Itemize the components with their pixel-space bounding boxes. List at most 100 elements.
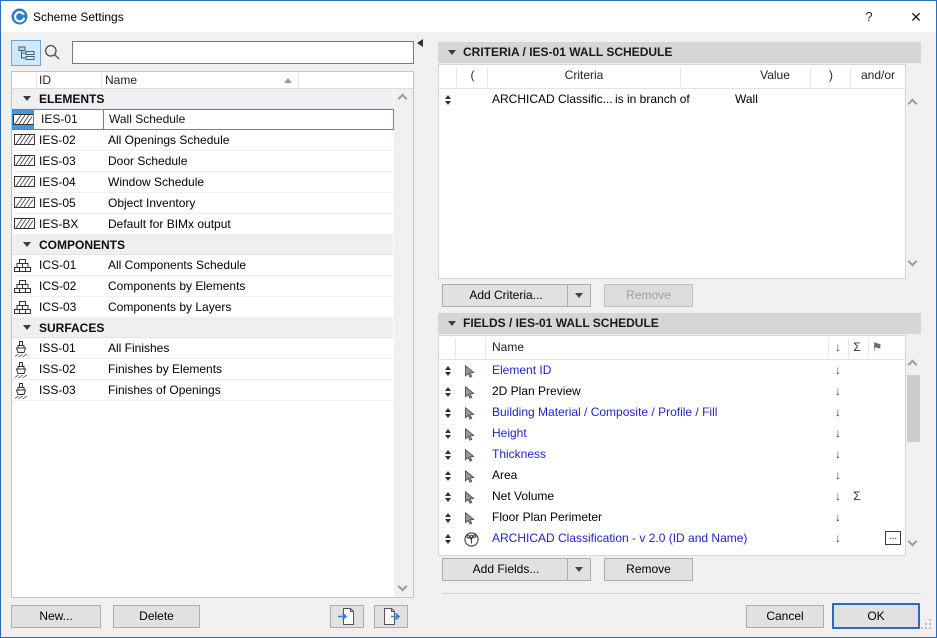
more-options-button[interactable]: ... [885, 531, 901, 545]
group-header-surfaces[interactable]: SURFACES [12, 318, 393, 338]
tree-view-toggle-button[interactable] [11, 40, 41, 66]
field-row[interactable]: Building Material / Composite / Profile … [439, 402, 905, 423]
scheme-row[interactable]: IES-05 Object Inventory [12, 193, 393, 214]
field-name[interactable]: ARCHICAD Classification - v 2.0 (ID and … [492, 528, 747, 549]
column-header-id[interactable]: ID [39, 73, 51, 87]
scheme-row[interactable]: IES-BX Default for BIMx output [12, 214, 393, 235]
sort-arrow-icon[interactable]: ↓ [831, 444, 845, 465]
sort-arrow-icon[interactable]: ↓ [831, 465, 845, 486]
scheme-row[interactable]: ICS-02 Components by Elements [12, 276, 393, 297]
scheme-row[interactable]: IES-01 Wall Schedule [12, 109, 394, 130]
collapse-icon [448, 50, 456, 55]
export-icon [381, 608, 401, 628]
add-criteria-dropdown[interactable] [567, 285, 590, 306]
add-criteria-button[interactable]: Add Criteria... [442, 284, 591, 307]
scheme-row[interactable]: ISS-03 Finishes of Openings [12, 380, 393, 401]
title-bar[interactable]: Scheme Settings ? ✕ [1, 1, 936, 32]
scheme-name: Object Inventory [108, 196, 196, 210]
scheme-row[interactable]: ICS-01 All Components Schedule [12, 255, 393, 276]
add-criteria-label[interactable]: Add Criteria... [443, 285, 569, 306]
scroll-down-icon[interactable] [397, 581, 408, 592]
group-header-components[interactable]: COMPONENTS [12, 235, 393, 255]
field-row[interactable]: ARCHICAD Classification - v 2.0 (ID and … [439, 528, 905, 549]
add-fields-label[interactable]: Add Fields... [443, 559, 569, 580]
panel-collapse-icon[interactable] [417, 39, 423, 47]
scheme-row[interactable]: ISS-01 All Finishes [12, 338, 393, 359]
delete-button[interactable]: Delete [113, 605, 200, 628]
search-input[interactable] [72, 41, 414, 64]
field-name[interactable]: Height [492, 423, 527, 444]
help-button[interactable]: ? [857, 6, 881, 28]
close-button[interactable]: ✕ [904, 6, 928, 28]
column-header-name[interactable]: Name [492, 340, 524, 354]
column-header-value[interactable]: Value [739, 68, 811, 82]
scheme-list-scrollbar[interactable] [394, 89, 413, 597]
column-header-paren-close[interactable]: ) [811, 68, 851, 82]
field-name[interactable]: Net Volume [492, 486, 554, 507]
sum-column-icon[interactable]: Σ [850, 340, 864, 354]
criteria-operator[interactable]: is in branch of [615, 89, 690, 110]
scheme-name: Finishes by Elements [108, 362, 223, 376]
import-scheme-button[interactable] [330, 605, 364, 628]
sort-arrow-icon[interactable]: ↓ [831, 423, 845, 444]
criteria-row[interactable]: ARCHICAD Classific... is in branch of Wall [439, 89, 905, 110]
sort-arrow-icon[interactable]: ↓ [831, 360, 845, 381]
column-header-name[interactable]: Name [105, 73, 137, 87]
sum-icon[interactable]: Σ [850, 486, 864, 507]
scheme-row[interactable]: IES-02 All Openings Schedule [12, 130, 393, 151]
group-header-elements[interactable]: ELEMENTS [12, 89, 393, 109]
field-row[interactable]: Element ID ↓ [439, 360, 905, 381]
flag-column-icon[interactable]: ⚑ [870, 340, 884, 354]
column-header-paren-open[interactable]: ( [457, 68, 488, 82]
remove-field-button[interactable]: Remove [604, 558, 693, 581]
scheme-name: All Openings Schedule [108, 133, 230, 147]
resize-grip[interactable] [921, 619, 932, 633]
field-row[interactable]: Net Volume ↓ Σ [439, 486, 905, 507]
field-name[interactable]: Thickness [492, 444, 546, 465]
scroll-up-icon[interactable] [397, 93, 408, 104]
field-name[interactable]: Building Material / Composite / Profile … [492, 402, 717, 423]
fields-scrollbar[interactable] [906, 335, 921, 556]
field-row[interactable]: Thickness ↓ [439, 444, 905, 465]
scroll-down-icon[interactable] [907, 536, 918, 547]
sort-arrow-icon[interactable]: ↓ [831, 528, 845, 549]
scheme-row[interactable]: ICS-03 Components by Layers [12, 297, 393, 318]
sort-arrow-icon[interactable]: ↓ [831, 507, 845, 528]
scheme-row[interactable]: IES-03 Door Schedule [12, 151, 393, 172]
field-name[interactable]: Area [492, 465, 517, 486]
field-row[interactable]: 2D Plan Preview ↓ [439, 381, 905, 402]
field-row[interactable]: Area ↓ [439, 465, 905, 486]
export-scheme-button[interactable] [374, 605, 408, 628]
criteria-value[interactable]: Wall [735, 89, 758, 110]
field-name[interactable]: Floor Plan Perimeter [492, 507, 602, 528]
scheme-id-cell[interactable]: IES-01 [33, 109, 104, 130]
add-fields-dropdown[interactable] [567, 559, 590, 580]
field-name[interactable]: 2D Plan Preview [492, 381, 581, 402]
fields-section-header[interactable]: FIELDS / IES-01 WALL SCHEDULE [438, 313, 921, 334]
row-drag-handle-icon [443, 408, 452, 418]
field-row[interactable]: Floor Plan Perimeter ↓ [439, 507, 905, 528]
criteria-scrollbar[interactable] [906, 64, 921, 279]
criteria-name[interactable]: ARCHICAD Classific... [492, 89, 613, 110]
column-header-criteria[interactable]: Criteria [488, 68, 680, 82]
sort-arrow-icon[interactable]: ↓ [831, 381, 845, 402]
criteria-section-header[interactable]: CRITERIA / IES-01 WALL SCHEDULE [438, 42, 921, 63]
column-divider [298, 73, 299, 88]
scroll-up-icon[interactable] [907, 98, 918, 109]
scheme-row[interactable]: IES-04 Window Schedule [12, 172, 393, 193]
scroll-down-icon[interactable] [907, 256, 918, 267]
column-header-andor[interactable]: and/or [851, 68, 905, 82]
sort-arrow-icon[interactable]: ↓ [831, 486, 845, 507]
field-name[interactable]: Element ID [492, 360, 551, 381]
sort-column-icon[interactable]: ↓ [831, 340, 845, 354]
cancel-button[interactable]: Cancel [746, 605, 824, 628]
ok-button[interactable]: OK [832, 603, 920, 629]
scheme-row[interactable]: ISS-02 Finishes by Elements [12, 359, 393, 380]
scheme-name-cell[interactable]: Wall Schedule [103, 109, 394, 130]
scrollbar-thumb[interactable] [907, 375, 920, 442]
scroll-up-icon[interactable] [907, 359, 918, 370]
add-fields-button[interactable]: Add Fields... [442, 558, 591, 581]
sort-arrow-icon[interactable]: ↓ [831, 402, 845, 423]
new-button[interactable]: New... [11, 605, 101, 628]
field-row[interactable]: Height ↓ [439, 423, 905, 444]
